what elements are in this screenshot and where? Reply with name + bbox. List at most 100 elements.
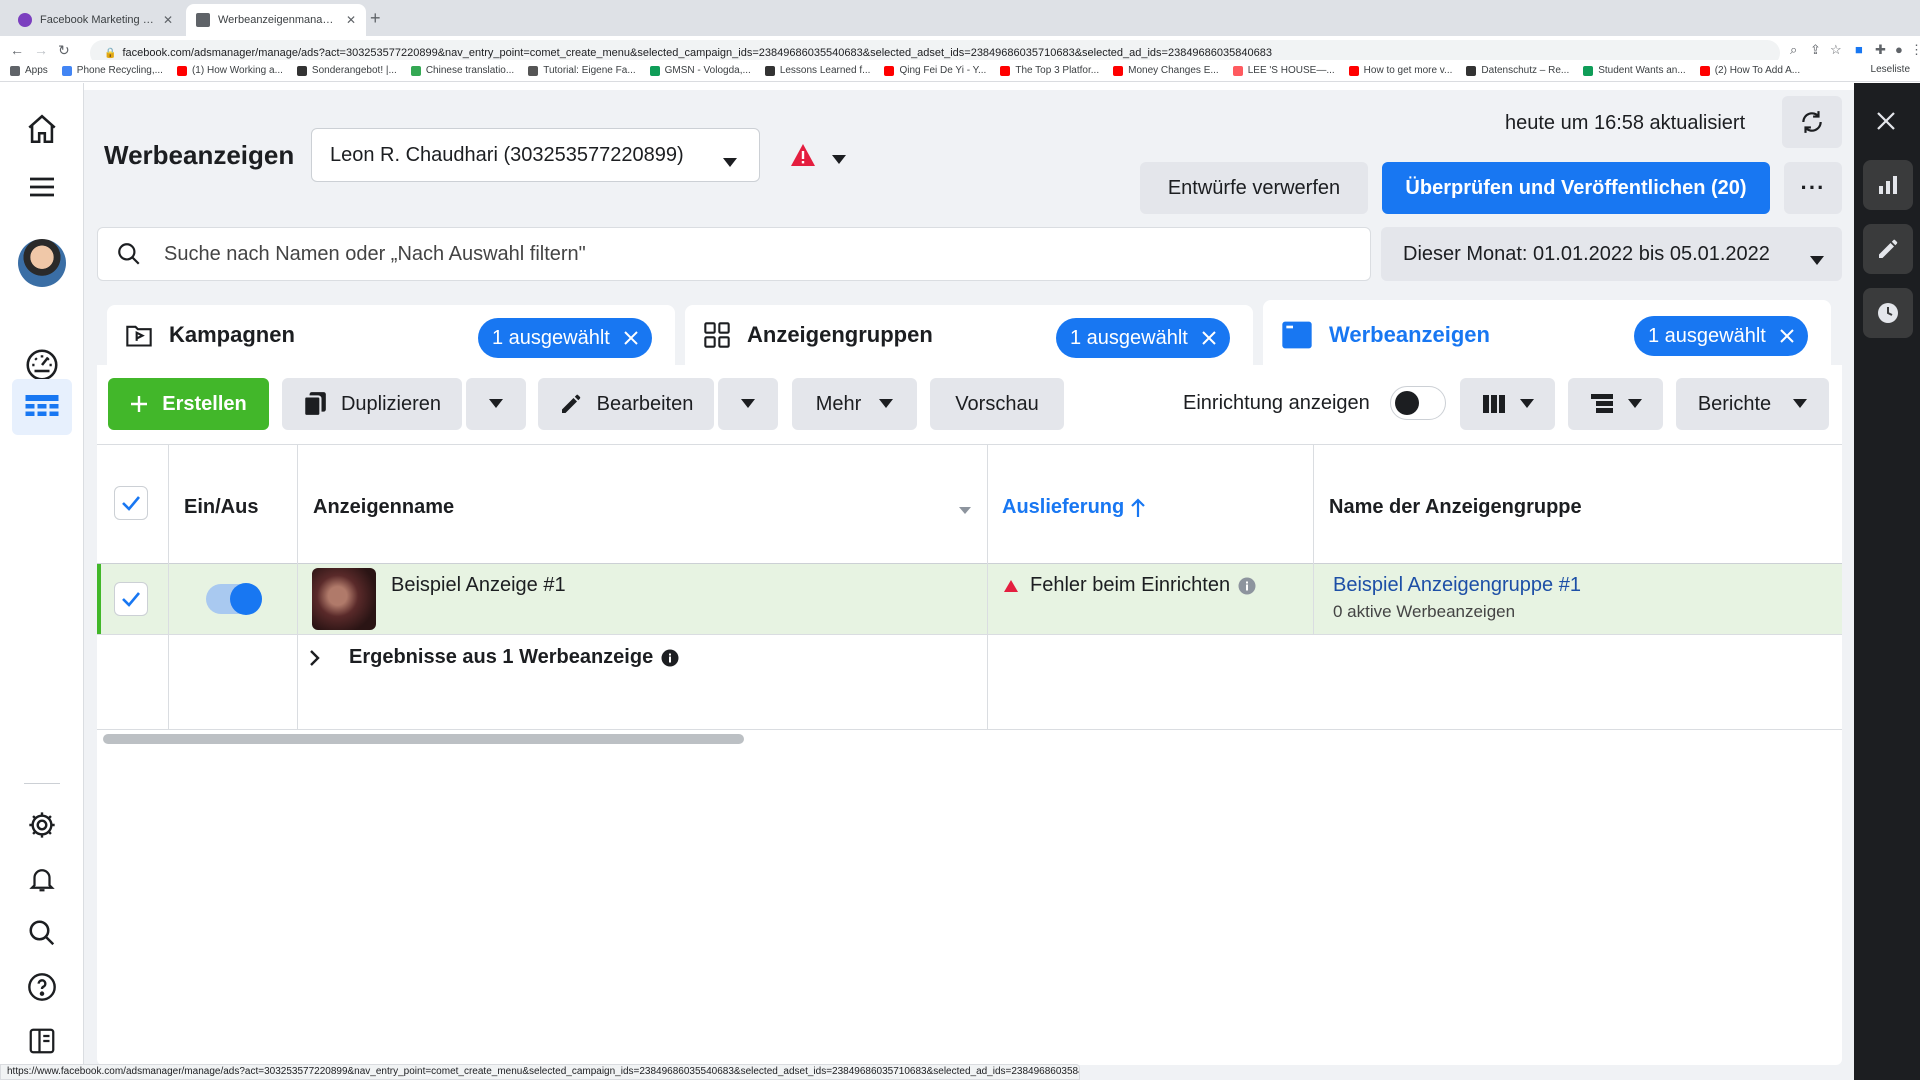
close-icon[interactable] [624,331,638,345]
discard-drafts-button[interactable]: Entwürfe verwerfen [1140,162,1368,214]
selected-chip-ads[interactable]: 1 ausgewählt [1634,316,1808,356]
bookmark-item[interactable]: (2) How To Add A... [1699,65,1801,76]
duplicate-button[interactable]: Duplizieren [282,378,462,430]
tab-ad-sets[interactable]: Anzeigengruppen 1 ausgewählt [685,305,1253,365]
row-checkbox[interactable] [114,582,148,616]
ads-manager-favicon-icon [196,13,210,27]
results-summary-row[interactable]: Ergebnisse aus 1 Werbeanzeige [309,646,679,669]
bookmark-label: (2) How To Add A... [1714,65,1801,76]
review-publish-button[interactable]: Überprüfen und Veröffentlichen (20) [1382,162,1770,214]
reload-icon[interactable]: ↻ [58,42,70,59]
back-icon[interactable]: ← [10,42,24,58]
reading-list-link[interactable]: Leseliste [1871,64,1910,75]
check-icon [122,496,140,511]
ads-manager-table-icon[interactable] [12,379,72,435]
home-icon[interactable] [20,107,64,151]
clock-icon[interactable] [1863,288,1913,338]
tab-ads[interactable]: Werbeanzeigen 1 ausgewählt [1263,300,1831,370]
column-header-on-off[interactable]: Ein/Aus [184,496,258,519]
star-icon[interactable]: ☆ [1830,42,1842,58]
ad-on-off-toggle[interactable] [206,583,262,615]
columns-button[interactable] [1460,378,1555,430]
ad-set-name-link[interactable]: Beispiel Anzeigengruppe #1 [1333,574,1581,597]
bookmark-item[interactable]: How to get more v... [1348,65,1452,76]
duplicate-dropdown-button[interactable] [466,378,526,430]
forward-icon[interactable]: → [34,42,48,58]
zoom-icon[interactable]: ⌕ [1790,42,1797,58]
tab-campaigns[interactable]: Kampagnen 1 ausgewählt [107,305,675,365]
profile-icon[interactable]: ● [1895,42,1903,57]
search-icon[interactable] [20,911,64,955]
preview-button[interactable]: Vorschau [930,378,1064,430]
sort-caret-icon[interactable] [959,502,971,520]
avatar[interactable] [18,239,66,287]
menu-icon[interactable] [20,165,64,209]
account-selector[interactable]: Leon R. Chaudhari (303253577220899) [311,128,760,182]
date-range-selector[interactable]: Dieser Monat: 01.01.2022 bis 05.01.2022 [1381,227,1842,281]
bookmark-favicon-icon [1232,65,1243,76]
col-divider [1313,444,1314,634]
ad-thumbnail[interactable] [312,568,376,630]
menu-dots-icon[interactable]: ⋮ [1910,42,1920,58]
bookmark-item[interactable]: Tutorial: Eigene Fa... [528,65,636,76]
more-options-button[interactable]: ··· [1784,162,1842,214]
close-icon[interactable] [1874,109,1898,138]
bookmark-item[interactable]: The Top 3 Platfor... [1000,65,1099,76]
column-header-ad-set-name[interactable]: Name der Anzeigengruppe [1329,496,1582,519]
show-setup-toggle[interactable] [1390,386,1446,420]
bookmark-item[interactable]: GMSN - Vologda,... [649,65,751,76]
bell-icon[interactable] [20,857,64,901]
share-icon[interactable]: ⇪ [1810,42,1821,58]
refresh-icon [1802,111,1822,133]
chart-icon[interactable] [1863,160,1913,210]
left-navigation [0,83,84,1080]
column-header-ad-name[interactable]: Anzeigenname [313,496,454,519]
horizontal-scrollbar[interactable] [103,734,744,744]
browser-tab-facebook-marketing[interactable]: Facebook Marketing & Werbea ✕ [8,4,183,36]
bookmark-item[interactable]: Phone Recycling,... [61,65,163,76]
bookmark-item[interactable]: (1) How Working a... [176,65,283,76]
edit-button[interactable]: Bearbeiten [538,378,714,430]
info-icon[interactable] [1238,577,1256,595]
ad-window-icon [1281,320,1313,350]
select-all-checkbox[interactable] [114,486,148,520]
extensions-icon[interactable]: ✚ [1875,42,1886,58]
warning-icon[interactable] [790,143,816,172]
bookmark-item[interactable]: Sonderangebot! |... [296,65,397,76]
selected-chip-ad-sets[interactable]: 1 ausgewählt [1056,318,1230,358]
ad-name[interactable]: Beispiel Anzeige #1 [391,574,566,597]
more-button[interactable]: Mehr [792,378,917,430]
selected-chip-campaigns[interactable]: 1 ausgewählt [478,318,652,358]
browser-tab-werbeanzeigenmanager[interactable]: Werbeanzeigenmanager - Wer ✕ [186,4,366,36]
bookmark-item[interactable]: Student Wants an... [1583,65,1686,76]
info-icon[interactable] [661,649,679,667]
bookmark-item[interactable]: LEE 'S HOUSE—... [1232,65,1335,76]
column-header-delivery[interactable]: Auslieferung [1002,496,1146,519]
bookmark-item[interactable]: Qing Fei De Yi - Y... [884,65,986,76]
bookmark-item[interactable]: Money Changes E... [1113,65,1219,76]
bookmark-item[interactable]: Lessons Learned f... [764,65,870,76]
close-icon[interactable]: ✕ [163,13,173,27]
new-tab-icon[interactable]: + [370,8,381,29]
sidebar-panel-icon[interactable] [20,1019,64,1063]
help-icon[interactable] [20,965,64,1009]
refresh-button[interactable] [1782,96,1842,148]
breakdown-button[interactable] [1568,378,1663,430]
pencil-icon[interactable] [1863,224,1913,274]
create-button[interactable]: Erstellen [108,378,269,430]
close-icon[interactable]: ✕ [346,13,356,27]
bookmark-item[interactable]: Chinese translatio... [410,65,514,76]
facebook-extension-icon[interactable]: ■ [1855,42,1863,57]
chip-label: 1 ausgewählt [1648,324,1766,347]
bookmark-item[interactable]: Apps [10,65,48,76]
tab-title: Facebook Marketing & Werbea [40,14,155,26]
chevron-down-icon[interactable] [832,152,846,170]
bookmark-favicon-icon [176,65,187,76]
edit-dropdown-button[interactable] [718,378,778,430]
search-input[interactable]: Suche nach Namen oder „Nach Auswahl filt… [97,227,1371,281]
close-icon[interactable] [1202,331,1216,345]
reports-button[interactable]: Berichte [1676,378,1829,430]
bookmark-item[interactable]: Datenschutz – Re... [1466,65,1569,76]
settings-gear-icon[interactable] [20,803,64,847]
close-icon[interactable] [1780,329,1794,343]
